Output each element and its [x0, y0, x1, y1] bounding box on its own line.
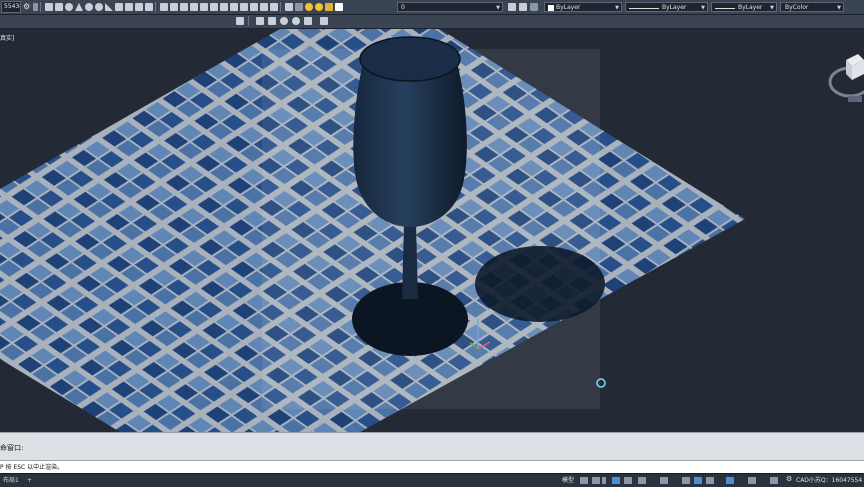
- snap-icon[interactable]: [592, 477, 600, 484]
- lineweight-dropdown[interactable]: ByLayer ▼: [711, 2, 777, 12]
- chamfer-icon[interactable]: [270, 3, 278, 11]
- chevron-down-icon[interactable]: [602, 477, 606, 484]
- subtract-icon[interactable]: [210, 3, 218, 11]
- light-icon[interactable]: [256, 17, 264, 25]
- polar-icon[interactable]: [624, 477, 632, 484]
- layer-color-icon[interactable]: [335, 3, 343, 11]
- command-window-label: 命窗口:: [0, 444, 24, 452]
- color-dropdown[interactable]: ByLayer ▼: [544, 2, 622, 12]
- add-layout-tab[interactable]: +: [24, 475, 35, 486]
- workspace-switch-icon[interactable]: [748, 477, 756, 484]
- transparency-icon[interactable]: [682, 477, 690, 484]
- plotstyle-dropdown-value: ByColor: [785, 4, 809, 11]
- layer-dropdown-value: 0: [401, 4, 405, 11]
- glass-stem: [402, 224, 418, 299]
- new-file-icon[interactable]: [45, 3, 53, 11]
- dynamic-ucs-icon[interactable]: [706, 477, 714, 484]
- chevron-down-icon: ▼: [770, 5, 774, 11]
- render-window-icon[interactable]: [304, 17, 312, 25]
- cone-icon[interactable]: [75, 3, 83, 11]
- slice-icon[interactable]: [230, 3, 238, 11]
- gear-icon[interactable]: ⚙: [23, 3, 31, 11]
- revolve-icon[interactable]: [170, 3, 178, 11]
- render-settings-icon[interactable]: [320, 17, 328, 25]
- lineweight-dropdown-value: ByLayer: [738, 4, 763, 11]
- linetype-sample: [629, 8, 659, 9]
- layer-state-icon[interactable]: [295, 3, 303, 11]
- lineweight-sample: [715, 8, 735, 9]
- chevron-down-icon: ▼: [701, 5, 705, 11]
- linetype-dropdown-value: ByLayer: [662, 4, 687, 11]
- glass-rim: [359, 36, 461, 82]
- render-icon[interactable]: [268, 17, 276, 25]
- shell-icon[interactable]: [250, 3, 258, 11]
- union-icon[interactable]: [200, 3, 208, 11]
- rendered-scene: [0, 29, 745, 432]
- 3d-view-icon[interactable]: [236, 17, 244, 25]
- user-info-text: CAD小苏Q：16047554: [796, 477, 863, 484]
- loft-icon[interactable]: [190, 3, 198, 11]
- layout-tab[interactable]: 布局1: [0, 475, 22, 486]
- visual-style-label[interactable]: 真实]: [0, 33, 14, 42]
- make-current-icon[interactable]: [508, 3, 516, 11]
- chevron-down-icon: ▼: [496, 5, 500, 11]
- annotation-scale-icon[interactable]: [726, 477, 734, 484]
- sun-icon[interactable]: [315, 3, 323, 11]
- dropdown-icon[interactable]: [33, 3, 38, 11]
- toolbar-separator: [40, 2, 41, 12]
- cancel-render-icon[interactable]: [292, 17, 300, 25]
- osnap-icon[interactable]: [638, 477, 646, 484]
- isolate-icon[interactable]: [770, 477, 778, 484]
- match-layer-icon[interactable]: [519, 3, 527, 11]
- intersect-icon[interactable]: [220, 3, 228, 11]
- box-icon[interactable]: [55, 3, 63, 11]
- color-swatch-icon: [548, 5, 554, 11]
- drawing-viewport[interactable]: [0, 29, 864, 432]
- materials-icon[interactable]: [280, 17, 288, 25]
- helix-icon[interactable]: [135, 3, 143, 11]
- chevron-down-icon: ▼: [615, 5, 619, 11]
- glass-bowl: [353, 67, 467, 227]
- gear-icon[interactable]: ⚙: [786, 475, 794, 483]
- status-bar: 布局1 + ⚙: [0, 473, 864, 487]
- fillet-icon[interactable]: [260, 3, 268, 11]
- torus-icon[interactable]: [95, 3, 103, 11]
- sweep-icon[interactable]: [180, 3, 188, 11]
- view-cube-icon[interactable]: [828, 52, 864, 104]
- command-input[interactable]: P 按 ESC 以中止渲染。: [0, 460, 864, 474]
- ortho-icon[interactable]: [612, 477, 620, 484]
- glass-shadow: [475, 246, 605, 322]
- lightbulb-icon[interactable]: [305, 3, 313, 11]
- layer-dropdown[interactable]: 0 ▼: [397, 2, 503, 12]
- command-history: [0, 432, 864, 461]
- workspace-field[interactable]: 55434: [1, 1, 21, 13]
- toolbar-separator: [280, 2, 281, 12]
- toolbar-separator: [155, 2, 156, 12]
- color-dropdown-value: ByLayer: [556, 4, 581, 11]
- selection-cycling-icon[interactable]: [694, 477, 702, 484]
- toolbar-separator: [248, 16, 249, 26]
- secondary-toolbar: [0, 15, 864, 29]
- sphere-icon[interactable]: [65, 3, 73, 11]
- section-icon[interactable]: [240, 3, 248, 11]
- cylinder-icon[interactable]: [85, 3, 93, 11]
- planar-icon[interactable]: [145, 3, 153, 11]
- model-space-label[interactable]: 模型: [562, 475, 574, 484]
- pyramid-icon[interactable]: [115, 3, 123, 11]
- previous-layer-icon[interactable]: [530, 3, 538, 11]
- extrude-icon[interactable]: [160, 3, 168, 11]
- shape-icon[interactable]: [125, 3, 133, 11]
- chevron-down-icon: ▼: [837, 5, 841, 11]
- lineweight-toggle-icon[interactable]: [660, 477, 668, 484]
- linetype-dropdown[interactable]: ByLayer ▼: [625, 2, 708, 12]
- wedge-icon[interactable]: [105, 3, 113, 11]
- lock-icon[interactable]: [325, 3, 333, 11]
- grid-icon[interactable]: [580, 477, 588, 484]
- layer-properties-icon[interactable]: [285, 3, 293, 11]
- plotstyle-dropdown[interactable]: ByColor ▼: [780, 2, 844, 12]
